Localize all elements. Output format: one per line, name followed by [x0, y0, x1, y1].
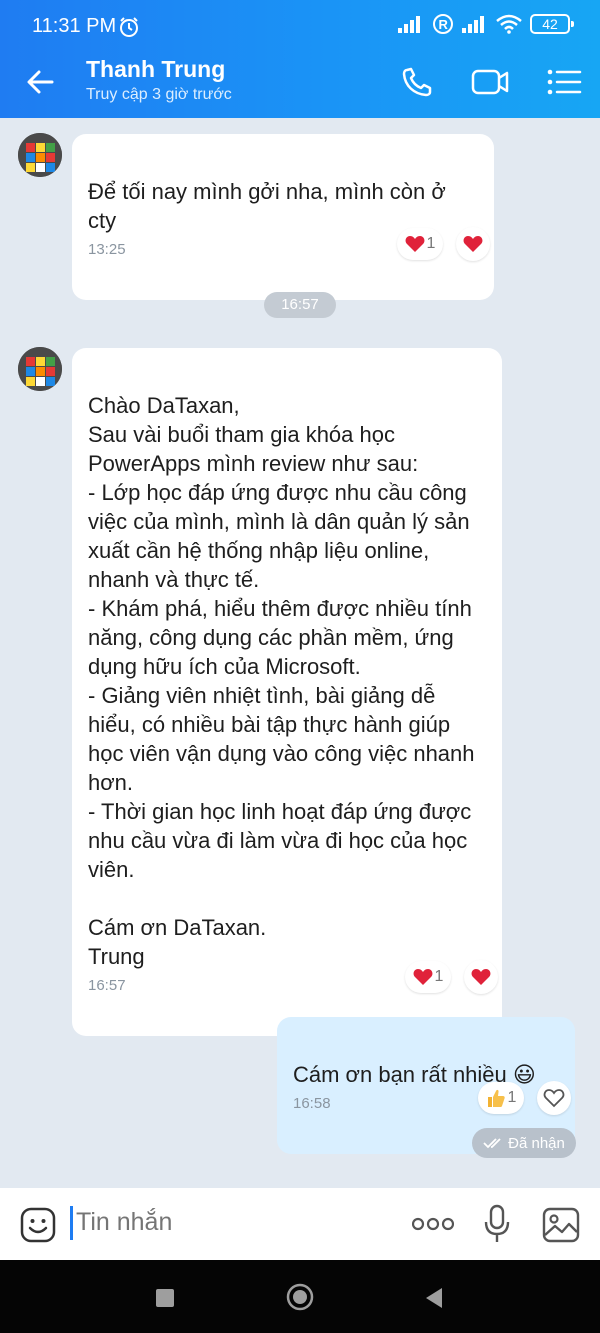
delivery-status-badge: Đã nhận — [472, 1128, 576, 1158]
microphone-icon[interactable] — [482, 1204, 512, 1244]
react-button[interactable] — [464, 960, 498, 994]
home-icon[interactable] — [286, 1283, 314, 1311]
avatar[interactable] — [18, 347, 62, 391]
reaction-summary[interactable]: 1 — [405, 961, 451, 993]
svg-text:R: R — [439, 17, 449, 32]
menu-icon[interactable] — [544, 64, 584, 100]
delivery-status-text: Đã nhận — [508, 1134, 565, 1152]
back-icon[interactable] — [424, 1287, 444, 1309]
reaction-summary[interactable]: 1 — [478, 1082, 524, 1114]
status-bar: 11:31 PM R 42 — [0, 0, 600, 44]
phone-icon[interactable] — [398, 64, 438, 100]
text-caret — [70, 1206, 73, 1240]
sticker-icon[interactable] — [20, 1207, 56, 1243]
clock: 11:31 PM — [32, 15, 117, 37]
avatar-image — [18, 347, 62, 391]
message-bubble[interactable]: Để tối nay mình gởi nha, mình còn ở cty … — [72, 134, 494, 300]
double-check-icon — [483, 1138, 501, 1149]
thumbs-up-icon — [487, 1089, 505, 1107]
back-arrow-icon[interactable] — [22, 62, 62, 102]
react-button[interactable] — [537, 1081, 571, 1115]
message-text: Chào DaTaxan, Sau vài buổi tham gia khóa… — [88, 393, 475, 969]
wifi-icon — [496, 14, 522, 34]
heart-icon — [471, 969, 491, 985]
status-icons: R 42 — [398, 13, 574, 35]
recent-apps-icon[interactable] — [155, 1288, 175, 1308]
image-icon[interactable] — [542, 1207, 580, 1243]
heart-icon — [463, 236, 483, 252]
more-options-icon[interactable] — [412, 1216, 454, 1232]
battery-indicator: 42 — [530, 14, 574, 34]
message-bubble[interactable]: Chào DaTaxan, Sau vài buổi tham gia khóa… — [72, 348, 502, 1036]
video-call-icon[interactable] — [470, 64, 510, 100]
signal-icon-2 — [462, 16, 484, 33]
reaction-count: 1 — [426, 235, 436, 252]
message-text: Để tối nay mình gởi nha, mình còn ở cty — [88, 179, 446, 233]
react-button[interactable] — [456, 227, 490, 261]
chat-header: Thanh Trung Truy cập 3 giờ trước — [0, 44, 600, 118]
alarm-icon — [120, 17, 138, 37]
top-bar: 11:31 PM R 42 Thanh Trung Truy cập 3 giờ… — [0, 0, 600, 118]
heart-outline-icon — [543, 1089, 565, 1108]
heart-icon — [413, 969, 432, 985]
message-input-bar — [0, 1188, 600, 1260]
last-seen-status: Truy cập 3 giờ trước — [86, 86, 232, 103]
roaming-icon: R — [433, 14, 453, 34]
reaction-count: 1 — [507, 1089, 517, 1106]
message-list[interactable]: Để tối nay mình gởi nha, mình còn ở cty … — [0, 118, 600, 1188]
system-navigation-bar — [0, 1260, 600, 1333]
reaction-count: 1 — [434, 968, 444, 985]
message-input[interactable] — [76, 1208, 376, 1237]
avatar-image — [18, 133, 62, 177]
contact-name[interactable]: Thanh Trung — [86, 56, 225, 83]
heart-icon — [405, 236, 424, 252]
signal-icon — [398, 16, 420, 33]
reaction-summary[interactable]: 1 — [397, 228, 443, 260]
avatar[interactable] — [18, 133, 62, 177]
time-separator: 16:57 — [264, 292, 336, 318]
